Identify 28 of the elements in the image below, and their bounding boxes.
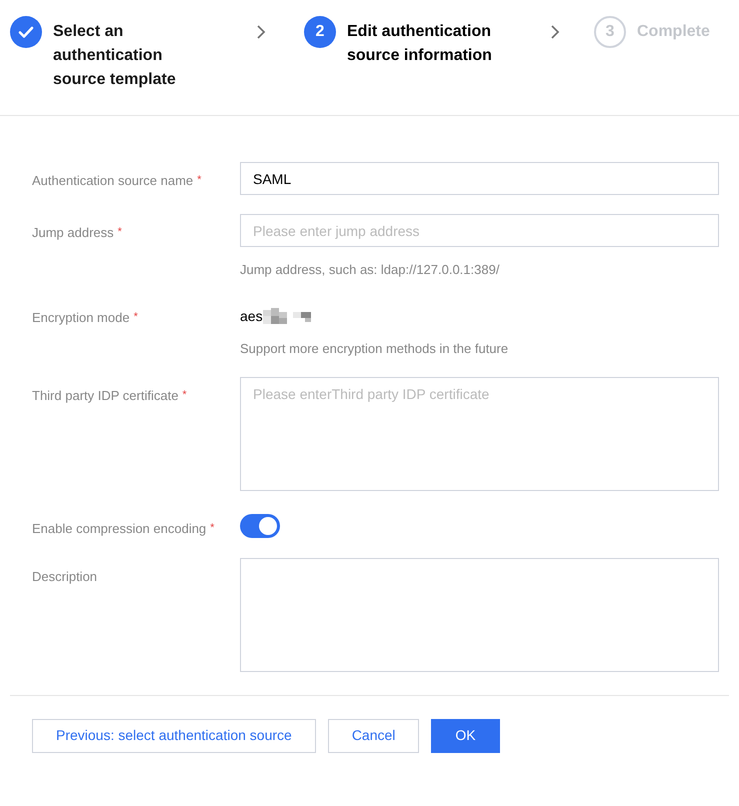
field-label: Third party IDP certificate [32,387,178,405]
step-label: Select an authentication source template [53,22,177,90]
required-mark: * [197,173,202,188]
input-field[interactable]: SAML [240,162,719,195]
input-field[interactable]: Please enter jump address [240,214,719,247]
field-label: Enable compression encoding [32,520,206,538]
text-area[interactable]: Please enterThird party IDP certificate [240,377,719,491]
field-label: Jump address [32,224,114,242]
step-label: Complete [637,22,711,42]
field-label: Encryption mode [32,308,130,327]
required-mark: * [182,388,187,403]
toggle-switch[interactable] [240,514,280,538]
help-text: Jump address, such as: ldap://127.0.0.1:389/ [240,261,500,279]
chevron-right-icon [256,24,266,40]
required-mark: * [118,225,122,240]
help-text: Support more encryption methods in the future [240,340,510,358]
step-label: Edit authentication source information [347,22,493,66]
chevron-right-icon [550,24,560,40]
field-label: Authentication source name [32,172,194,190]
field-value: aes [240,306,263,326]
required-mark: * [210,521,214,536]
step-number: 3 [594,16,626,48]
step-number: 2 [304,16,336,48]
required-mark: * [134,310,138,324]
action-button[interactable]: Previous: select authentication source [32,718,316,752]
action-button[interactable]: Cancel [328,718,420,752]
action-button[interactable]: OK [431,718,500,752]
field-label: Description [32,568,98,586]
